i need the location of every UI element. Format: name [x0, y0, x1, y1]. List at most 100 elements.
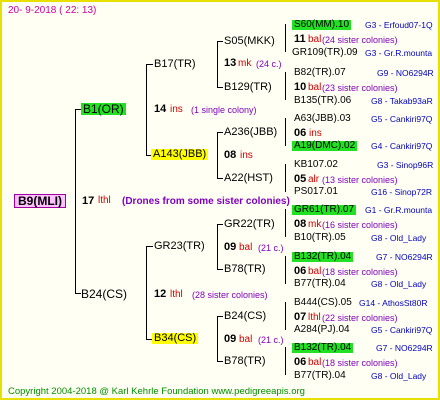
a22-bracket [285, 164, 286, 192]
a236-queen[interactable]: A236(JBB) [224, 127, 277, 138]
b24-bracket [146, 246, 147, 339]
gen4-queen[interactable]: B10(TR).05 [294, 233, 346, 243]
b1-ins: ins [170, 104, 183, 115]
b78a-ins: bal [308, 266, 322, 277]
b24-ins: lthl [170, 289, 183, 300]
gr22-note: (16 sister colonies) [322, 220, 398, 230]
gen4-queen[interactable]: PS017.01 [294, 187, 338, 197]
line [217, 178, 223, 179]
gen4-queen[interactable]: B135(TR).06 [294, 96, 351, 106]
b129-ins: bal [308, 82, 322, 93]
s05-num: 13 [224, 57, 237, 69]
copyright-footer: Copyright 2004-2018 @ Karl Kehrle Founda… [8, 386, 305, 397]
gen4-code: G8 - Old_Lady [371, 233, 427, 243]
b17-queen[interactable]: B17(TR) [154, 59, 196, 70]
gen4-queen[interactable]: KB107.02 [294, 160, 338, 170]
line [217, 361, 223, 362]
b24-queen[interactable]: B24(CS) [81, 288, 127, 300]
s05-mid-ins: bal [308, 34, 322, 45]
b78a-bracket [285, 256, 286, 284]
root-bracket [75, 109, 76, 293]
s05-mid-num: 11 [294, 33, 306, 45]
b1-queen[interactable]: B1(OR) [81, 103, 126, 115]
line [146, 64, 153, 65]
gen4-code: G14 - AthosSt80R [359, 298, 428, 308]
pedigree-frame: 20- 9-2018 ( 22: 13) B9(MLI) 17 lthl (Dr… [0, 0, 440, 400]
b78a-note: (18 sister colonies) [322, 267, 398, 277]
b129-num: 10 [294, 81, 307, 93]
b1-bracket [146, 64, 147, 155]
gen4-queen[interactable]: GR61(TR).07 [292, 205, 357, 215]
gen4-queen[interactable]: B444(CS).05 [294, 298, 352, 308]
gen4-queen[interactable]: A19(DMC).02 [292, 141, 358, 151]
b34-ins: bal [239, 334, 253, 345]
root-ins: lthl [98, 195, 111, 206]
b129-queen[interactable]: B129(TR) [224, 82, 272, 93]
a236-ins: ins [309, 128, 322, 139]
gen4-code: G8 - Old_Lady [371, 371, 427, 381]
b34-bracket [217, 316, 218, 361]
gr22-ins: mk [308, 219, 322, 230]
s05-ins: mk [238, 58, 252, 69]
b78a-queen[interactable]: B78(TR) [224, 264, 266, 275]
b24b-ins: lthl [308, 312, 321, 323]
s05-mid-note: (24 sister colonies) [322, 35, 398, 45]
line [217, 41, 223, 42]
gen4-queen[interactable]: B77(TR).04 [294, 371, 346, 381]
gr22-num: 08 [294, 218, 307, 230]
b78b-ins: bal [308, 357, 322, 368]
s05-queen[interactable]: S05(MKK) [224, 36, 275, 47]
b24b-queen[interactable]: B24(CS) [224, 311, 266, 322]
b24b-note: (22 sister colonies) [322, 313, 398, 323]
b34-num: 09 [224, 333, 237, 345]
line [217, 269, 223, 270]
b24-num: 12 [154, 288, 167, 300]
b24-note: (28 sister colonies) [192, 290, 268, 300]
a143-ins: ins [240, 150, 253, 161]
gr23-bracket [217, 224, 218, 269]
gen4-queen[interactable]: B77(TR).04 [294, 279, 346, 289]
line [217, 316, 223, 317]
root-queen[interactable]: B9(MLI) [14, 194, 66, 208]
gen4-code: G7 - NO6294R [376, 343, 433, 353]
gr22-bracket [285, 209, 286, 237]
b24b-bracket [285, 302, 286, 330]
gen4-code: G9 - NO6294R [377, 68, 434, 78]
gen4-queen[interactable]: B82(TR).07 [294, 68, 346, 78]
line [217, 132, 223, 133]
b78b-num: 06 [294, 356, 307, 368]
b78b-queen[interactable]: B78(TR) [224, 356, 266, 367]
b78b-bracket [285, 347, 286, 375]
gen4-code: G16 - Sinop72R [371, 187, 432, 197]
gen4-queen[interactable]: A284(PJ).04 [294, 325, 350, 335]
gen4-code: G4 - Cankiri97Q [371, 141, 433, 151]
gen4-queen[interactable]: GR109(TR).09 [292, 48, 358, 58]
b78a-num: 06 [294, 265, 307, 277]
b17-bracket [217, 41, 218, 87]
root-note: (Drones from some sister colonies) [122, 196, 290, 207]
gr23-note: (21 c.) [258, 243, 284, 253]
gr22-queen[interactable]: GR22(TR) [224, 219, 275, 230]
line [146, 246, 153, 247]
gr23-queen[interactable]: GR23(TR) [154, 241, 205, 252]
gen4-code: G5 - Cankiri97Q [371, 114, 433, 124]
timestamp: 20- 9-2018 ( 22: 13) [8, 5, 97, 16]
gen4-queen[interactable]: B132(TR).04 [292, 343, 354, 353]
a143-queen[interactable]: A143(JBB) [151, 149, 209, 160]
b78b-note: (18 sister colonies) [322, 358, 398, 368]
gen4-code: G1 - Gr.R.mounta [365, 205, 433, 215]
b24b-num: 07 [294, 311, 307, 323]
a236-bracket [285, 118, 286, 146]
a22-ins: alr [308, 174, 320, 185]
gen4-queen[interactable]: A63(JBB).03 [294, 114, 351, 124]
a143-num: 08 [224, 149, 237, 161]
line [217, 224, 223, 225]
b34-note: (21 c.) [258, 335, 284, 345]
b34-queen[interactable]: B34(CS) [152, 333, 199, 344]
a22-queen[interactable]: A22(HST) [224, 173, 273, 184]
gen4-queen[interactable]: S60(MM).10 [292, 20, 352, 30]
gen4-queen[interactable]: B132(TR).04 [292, 252, 354, 262]
line [217, 87, 223, 88]
gen4-code: G3 - Erfoud07-1Q [365, 20, 433, 30]
root-num: 17 [82, 195, 95, 207]
